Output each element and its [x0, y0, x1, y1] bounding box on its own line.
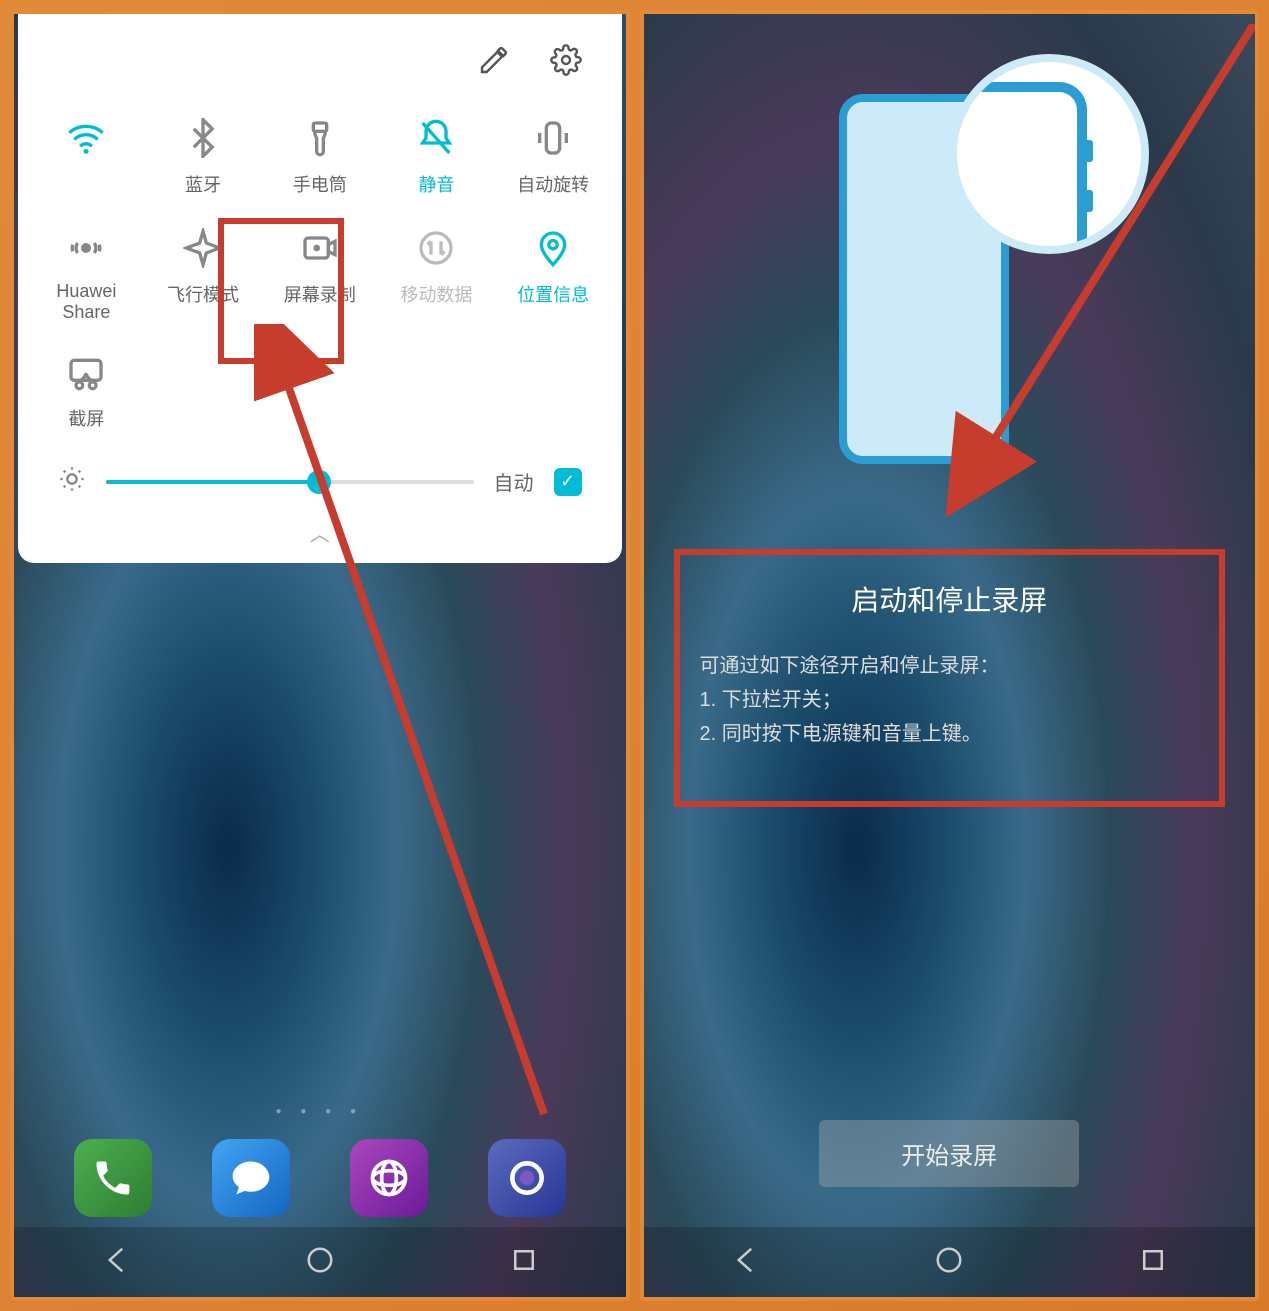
- nav-recents-button[interactable]: [509, 1245, 539, 1280]
- tile-label: 手电筒: [293, 171, 347, 197]
- tile-huawei-share[interactable]: Huawei Share: [28, 211, 145, 335]
- phone-left-screenshot: 蓝牙 手电筒 静音 自动旋转 Huawei Share 飞行模式: [10, 10, 630, 1301]
- nav-home-button[interactable]: [934, 1245, 964, 1280]
- qs-tiles-grid: 蓝牙 手电筒 静音 自动旋转 Huawei Share 飞行模式: [28, 101, 612, 445]
- edit-icon[interactable]: [478, 44, 510, 81]
- mobile-data-icon: [416, 223, 456, 273]
- start-recording-button[interactable]: 开始录屏: [819, 1120, 1079, 1187]
- nav-back-button[interactable]: [730, 1245, 760, 1280]
- tile-screenshot[interactable]: 截屏: [28, 335, 145, 445]
- tile-mobile-data[interactable]: 移动数据: [378, 211, 495, 335]
- quick-settings-panel: 蓝牙 手电筒 静音 自动旋转 Huawei Share 飞行模式: [18, 14, 622, 563]
- tile-flashlight[interactable]: 手电筒: [261, 101, 378, 211]
- instruction-title: 启动和停止录屏: [700, 579, 1200, 619]
- brightness-icon: [58, 465, 86, 498]
- huawei-share-icon: [66, 223, 106, 273]
- dock-phone-app[interactable]: [74, 1139, 152, 1217]
- screen-record-icon: [300, 223, 340, 273]
- tile-label: 屏幕录制: [284, 281, 356, 307]
- tile-location[interactable]: 位置信息: [495, 211, 612, 335]
- tile-label: Huawei Share: [32, 281, 141, 323]
- instruction-box: 启动和停止录屏 可通过如下途径开启和停止录屏： 1. 下拉栏开关； 2. 同时按…: [674, 549, 1226, 807]
- instruction-line: 2. 同时按下电源键和音量上键。: [700, 717, 1200, 751]
- tile-label: 移动数据: [400, 281, 472, 307]
- phone-right-screenshot: ← ← 启动和停止录屏 可通过如下途径开启和停止录屏： 1. 下拉栏开关； 2.…: [640, 10, 1260, 1301]
- zoom-power-button: [1083, 140, 1093, 162]
- dock-browser-app[interactable]: [350, 1139, 428, 1217]
- airplane-icon: [183, 223, 223, 273]
- brightness-thumb[interactable]: [307, 470, 331, 494]
- autorotate-icon: [533, 113, 573, 163]
- location-icon: [533, 223, 573, 273]
- zoom-volume-button: [1083, 190, 1093, 212]
- tile-label: 静音: [418, 171, 454, 197]
- tile-wifi[interactable]: [28, 101, 145, 211]
- dock-messages-app[interactable]: [212, 1139, 290, 1217]
- auto-brightness-label: 自动: [494, 467, 534, 496]
- instruction-line: 可通过如下途径开启和停止录屏：: [700, 649, 1200, 683]
- screenshot-icon: [66, 347, 106, 397]
- tile-airplane[interactable]: 飞行模式: [145, 211, 262, 335]
- navigation-bar: [14, 1227, 626, 1297]
- dock: [14, 1139, 626, 1217]
- screen-record-illustration: ← ←: [819, 94, 1079, 464]
- zoom-phone-corner: [957, 82, 1087, 252]
- tile-label: 位置信息: [517, 281, 589, 307]
- tile-screen-record[interactable]: 屏幕录制: [261, 211, 378, 335]
- tile-label: 蓝牙: [185, 171, 221, 197]
- tile-label: 飞行模式: [167, 281, 239, 307]
- tile-bluetooth[interactable]: 蓝牙: [145, 101, 262, 211]
- instruction-line: 1. 下拉栏开关；: [700, 683, 1200, 717]
- nav-back-button[interactable]: [101, 1245, 131, 1280]
- dock-camera-app[interactable]: [488, 1139, 566, 1217]
- qs-header: [28, 34, 612, 101]
- page-indicator-dots: ● ● ● ●: [14, 1106, 626, 1117]
- zoom-circle: ← ←: [949, 54, 1149, 254]
- brightness-row: 自动 ✓: [28, 445, 612, 508]
- tile-mute[interactable]: 静音: [378, 101, 495, 211]
- tile-label: 截屏: [68, 405, 104, 431]
- tile-label: 自动旋转: [517, 171, 589, 197]
- auto-brightness-checkbox[interactable]: ✓: [554, 468, 582, 496]
- nav-home-button[interactable]: [305, 1245, 335, 1280]
- instruction-text: 可通过如下途径开启和停止录屏： 1. 下拉栏开关； 2. 同时按下电源键和音量上…: [700, 649, 1200, 751]
- navigation-bar: [644, 1227, 1256, 1297]
- mute-icon: [416, 113, 456, 163]
- chevron-up-icon[interactable]: ︿: [28, 508, 612, 553]
- nav-recents-button[interactable]: [1138, 1245, 1168, 1280]
- bluetooth-icon: [183, 113, 223, 163]
- flashlight-icon: [300, 113, 340, 163]
- gear-icon[interactable]: [550, 44, 582, 81]
- brightness-fill: [106, 480, 319, 484]
- tile-autorotate[interactable]: 自动旋转: [495, 101, 612, 211]
- wifi-icon: [66, 113, 106, 163]
- brightness-slider[interactable]: [106, 480, 474, 484]
